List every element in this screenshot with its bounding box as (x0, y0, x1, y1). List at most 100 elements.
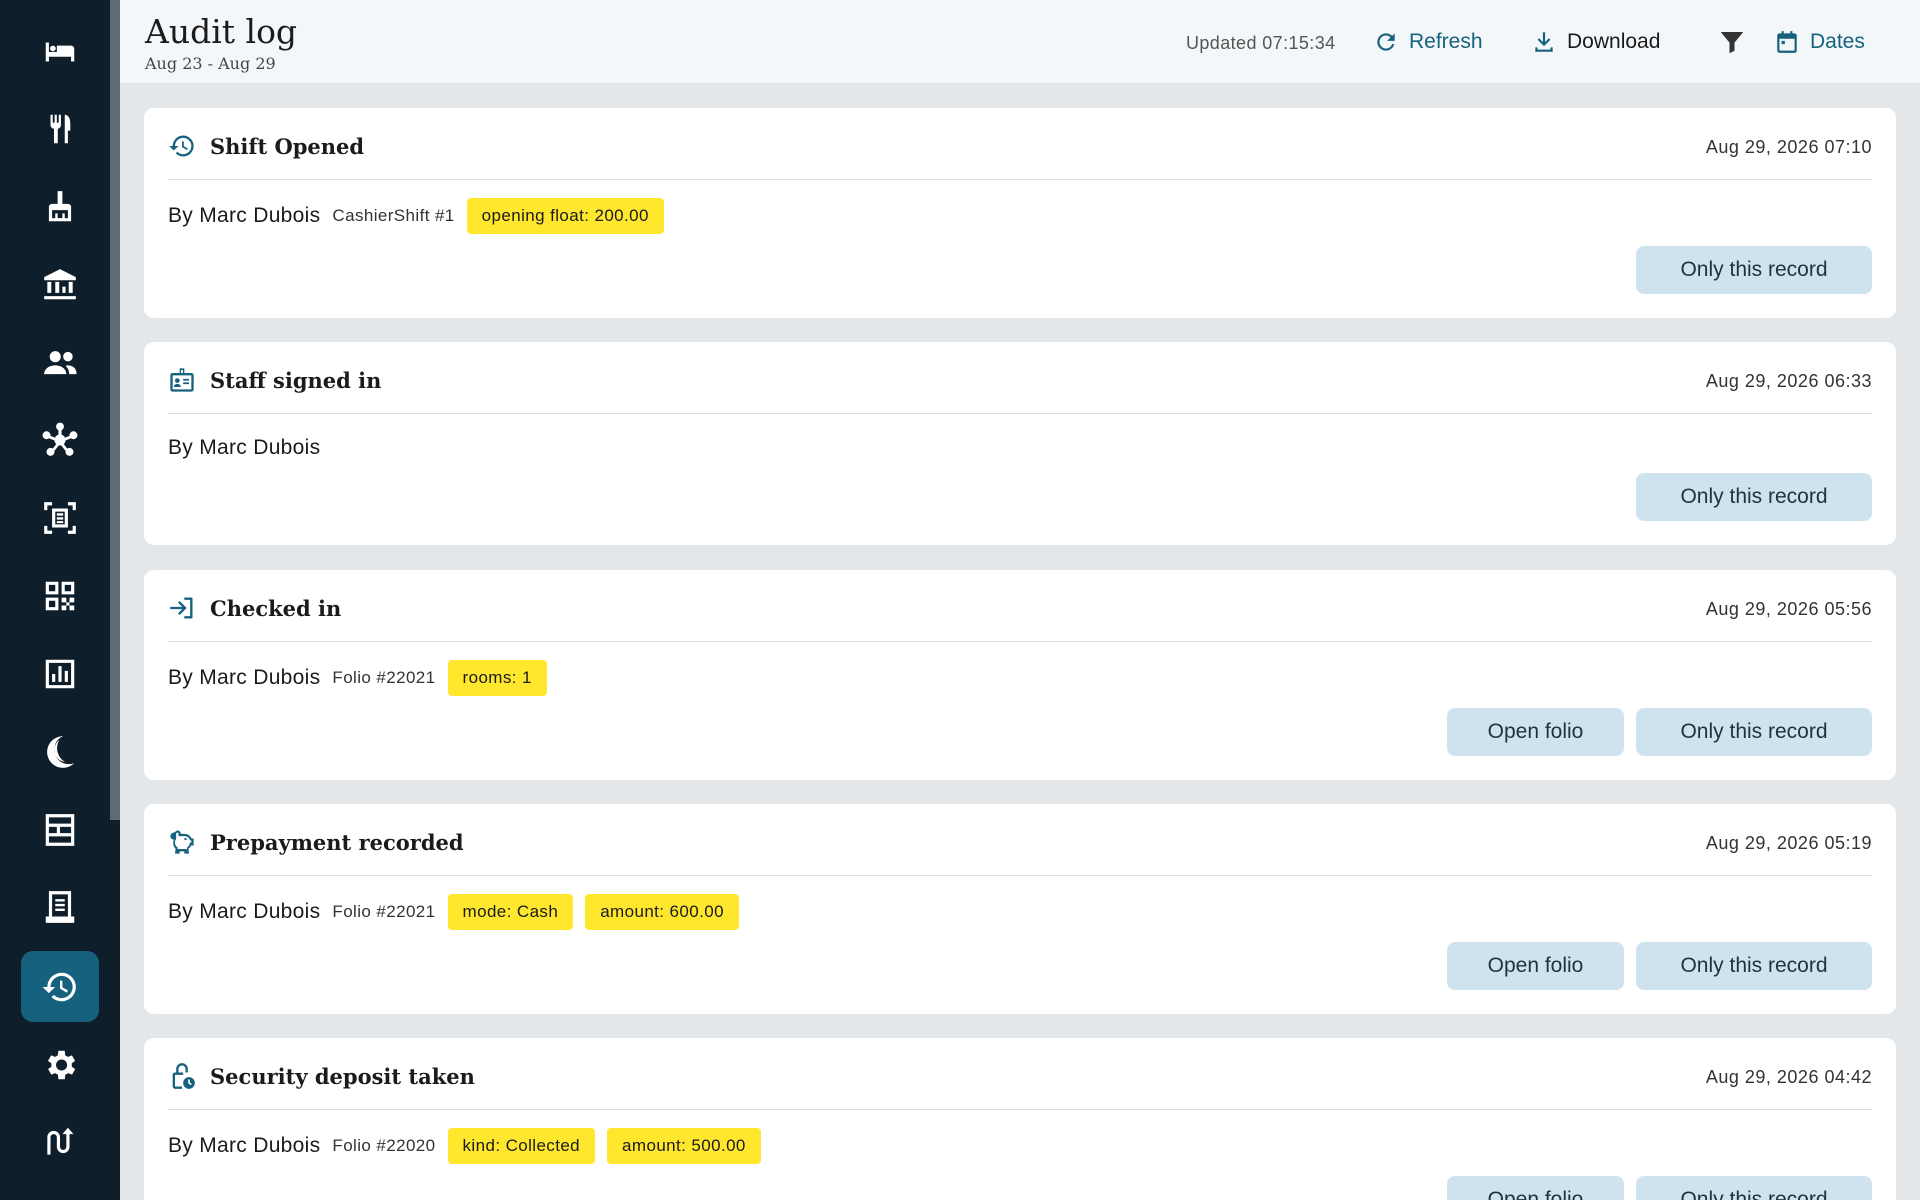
entry-tag: amount: 500.00 (607, 1128, 761, 1164)
staff-badge-icon (168, 366, 196, 394)
sidebar-item-room-grid[interactable] (21, 794, 99, 865)
entry-timestamp: Aug 29, 2026 05:56 (1705, 599, 1872, 619)
entry-timestamp: Aug 29, 2026 05:19 (1705, 833, 1872, 853)
audit-entry-card: Security deposit taken Aug 29, 2026 04:4… (144, 1038, 1896, 1200)
entry-header: Staff signed in Aug 29, 2026 06:33 (168, 342, 1872, 414)
sidebar-scrollbar[interactable] (110, 0, 120, 820)
entry-actions: Open folio Only this record (1447, 1176, 1872, 1200)
download-button[interactable]: Download (1531, 22, 1660, 62)
open-folio-button[interactable]: Open folio (1447, 942, 1624, 990)
sidebar-item-invoices[interactable] (21, 871, 99, 942)
hub-icon (42, 422, 78, 456)
receipt-scan-icon (44, 501, 76, 534)
open-folio-button[interactable]: Open folio (1447, 1176, 1624, 1200)
entry-details: By Marc Dubois (168, 430, 320, 466)
entry-timestamp: Aug 29, 2026 04:42 (1705, 1067, 1872, 1087)
entry-title: Staff signed in (210, 368, 382, 393)
audit-entry-card: Shift Opened Aug 29, 2026 07:10 By Marc … (144, 108, 1896, 318)
entry-reference: Folio #22020 (332, 1136, 436, 1155)
entry-author: By Marc Dubois (168, 666, 321, 689)
only-this-record-button[interactable]: Only this record (1636, 1176, 1872, 1200)
people-icon (44, 350, 77, 374)
sidebar-item-night-audit[interactable] (21, 716, 99, 787)
sidebar-item-rooms[interactable] (21, 16, 99, 87)
filter-button[interactable] (1717, 22, 1747, 62)
sidebar-item-bank[interactable] (21, 249, 99, 320)
only-this-record-button[interactable]: Only this record (1636, 246, 1872, 294)
entry-details: By Marc Dubois Folio #22020 kind: Collec… (168, 1128, 761, 1164)
open-folio-button[interactable]: Open folio (1447, 708, 1624, 756)
sidebar-item-reports[interactable] (21, 638, 99, 709)
entry-header: Prepayment recorded Aug 29, 2026 05:19 (168, 804, 1872, 876)
dates-label: Dates (1810, 30, 1865, 53)
sidebar-item-scan[interactable] (21, 482, 99, 553)
entry-details: By Marc Dubois Folio #22021 rooms: 1 (168, 660, 547, 696)
entry-actions: Only this record (1636, 473, 1872, 521)
audit-entry-card: Prepayment recorded Aug 29, 2026 05:19 B… (144, 804, 1896, 1014)
entry-reference: Folio #22021 (332, 668, 436, 687)
entry-timestamp: Aug 29, 2026 06:33 (1705, 371, 1872, 391)
date-range-label: Aug 23 - Aug 29 (145, 54, 276, 73)
entry-header: Shift Opened Aug 29, 2026 07:10 (168, 108, 1872, 180)
exchange-icon (47, 1127, 74, 1155)
entry-actions: Open folio Only this record (1447, 942, 1872, 990)
entry-timestamp: Aug 29, 2026 07:10 (1705, 137, 1872, 157)
entry-tag: amount: 600.00 (585, 894, 739, 930)
piggy-bank-icon (168, 828, 196, 856)
entry-author: By Marc Dubois (168, 204, 321, 227)
entry-details: By Marc Dubois Folio #22021 mode: Cash a… (168, 894, 739, 930)
updated-timestamp: Updated 07:15:34 (1186, 33, 1336, 53)
entry-author: By Marc Dubois (168, 1134, 321, 1157)
qr-code-icon (45, 581, 75, 610)
entry-actions: Only this record (1636, 246, 1872, 294)
sidebar-item-restaurant[interactable] (21, 93, 99, 164)
sidebar-item-integrations[interactable] (21, 404, 99, 475)
dates-button[interactable]: Dates (1774, 22, 1865, 62)
sidebar-item-settings[interactable] (21, 1029, 99, 1100)
filter-icon (1720, 32, 1744, 54)
calendar-icon (1777, 31, 1797, 53)
entry-tag: rooms: 1 (447, 660, 547, 696)
room-grid-icon (45, 813, 75, 846)
audit-entry-card: Checked in Aug 29, 2026 05:56 By Marc Du… (144, 570, 1896, 780)
entry-title: Security deposit taken (210, 1064, 475, 1089)
entry-actions: Open folio Only this record (1447, 708, 1872, 756)
entry-title: Checked in (210, 596, 342, 621)
entry-tag: mode: Cash (447, 894, 574, 930)
history-icon (42, 972, 76, 1001)
entry-reference: CashierShift #1 (332, 206, 455, 225)
sidebar-item-audit-log[interactable] (21, 951, 99, 1022)
sidebar-item-exchange[interactable] (21, 1106, 99, 1177)
restaurant-icon (50, 114, 71, 143)
refresh-button[interactable]: Refresh (1373, 22, 1483, 62)
sidebar-item-guests[interactable] (21, 327, 99, 398)
only-this-record-button[interactable]: Only this record (1636, 708, 1872, 756)
bed-icon (45, 42, 75, 61)
sidebar-item-qr[interactable] (21, 560, 99, 631)
sidebar-item-housekeeping[interactable] (21, 171, 99, 242)
entry-reference: Folio #22021 (332, 902, 436, 921)
history-icon (168, 132, 196, 160)
entry-header: Checked in Aug 29, 2026 05:56 (168, 570, 1872, 642)
page-header: Audit log Aug 23 - Aug 29 Updated 07:15:… (120, 0, 1920, 84)
download-label: Download (1567, 30, 1661, 53)
cleaning-icon (48, 190, 72, 221)
entry-title: Shift Opened (210, 134, 365, 159)
report-icon (45, 659, 75, 688)
entry-details: By Marc Dubois CashierShift #1 opening f… (168, 198, 664, 234)
refresh-icon (1377, 33, 1395, 51)
audit-entry-card: Staff signed in Aug 29, 2026 06:33 By Ma… (144, 342, 1896, 545)
page-title: Audit log (145, 12, 298, 51)
night-audit-icon (47, 735, 75, 768)
login-icon (168, 594, 196, 622)
entry-author: By Marc Dubois (168, 436, 321, 459)
entry-author: By Marc Dubois (168, 900, 321, 923)
only-this-record-button[interactable]: Only this record (1636, 942, 1872, 990)
settings-icon (47, 1050, 76, 1079)
refresh-label: Refresh (1409, 30, 1483, 53)
entry-header: Security deposit taken Aug 29, 2026 04:4… (168, 1038, 1872, 1110)
bank-icon (44, 268, 76, 299)
download-icon (1535, 32, 1553, 52)
only-this-record-button[interactable]: Only this record (1636, 473, 1872, 521)
entry-title: Prepayment recorded (210, 830, 464, 855)
